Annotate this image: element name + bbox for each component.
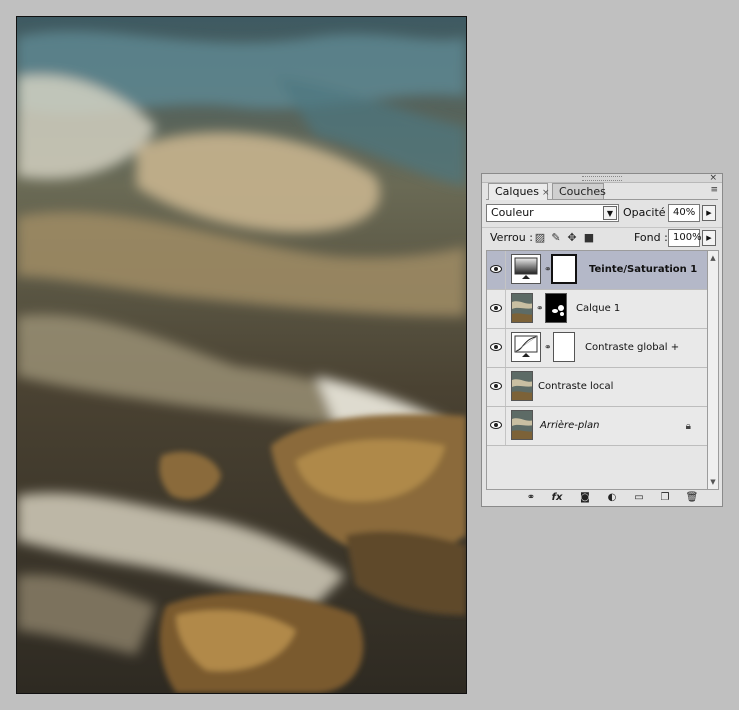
fill-field[interactable]: 100%: [668, 229, 702, 247]
eye-icon: [490, 382, 502, 390]
layer-thumbnail-photo[interactable]: [511, 293, 533, 323]
layer-name: Calque 1: [576, 303, 621, 314]
eye-icon: [490, 304, 502, 312]
layer-name: Teinte/Saturation 1: [589, 264, 698, 275]
eye-icon: [490, 265, 502, 273]
tab-close-icon[interactable]: ×: [542, 188, 550, 198]
fill-slider-arrow-icon[interactable]: ▶: [702, 230, 716, 246]
lock-all-icon[interactable]: ■: [583, 232, 595, 244]
blend-row: Couleur ▼ Opacité : 40% ▶: [482, 203, 722, 223]
blend-mode-value: Couleur: [491, 206, 534, 219]
fill-label: Fond :: [634, 231, 668, 244]
chain-link-icon[interactable]: ⚭: [544, 343, 552, 353]
lock-icon: 🔒︎: [685, 421, 691, 432]
lock-position-move-icon[interactable]: ✥: [566, 232, 578, 244]
panel-tabs: Calques × Couches: [486, 183, 718, 200]
adjustment-hue-sat-icon[interactable]: [511, 254, 541, 284]
visibility-toggle[interactable]: [487, 329, 506, 367]
eye-icon: [490, 421, 502, 429]
lock-row: Verrou : ▨ ✎ ✥ ■ Fond : 100% ▶: [482, 227, 722, 248]
tab-couches[interactable]: Couches: [552, 183, 606, 199]
chain-link-icon[interactable]: ⚭: [536, 304, 544, 314]
panel-menu-icon[interactable]: ≡: [704, 186, 718, 196]
tab-calques[interactable]: Calques ×: [488, 183, 550, 200]
lock-transparency-icon[interactable]: ▨: [534, 232, 546, 244]
lock-label: Verrou :: [490, 231, 533, 244]
panel-footer: ⚭ fx ◙ ◐ ▭ ❐ 🗑︎: [482, 490, 722, 506]
adjustment-curves-icon[interactable]: [511, 332, 541, 362]
eye-icon: [490, 343, 502, 351]
link-layers-icon[interactable]: ⚭: [524, 491, 538, 504]
chevron-down-icon[interactable]: ▼: [603, 206, 617, 220]
layers-list: ⚭ Teinte/Saturation 1 ⚭ Calque 1 ⚭ Contr…: [486, 250, 708, 490]
layers-panel: × Calques × Couches ≡ Couleur ▼ Opacité :…: [481, 173, 723, 507]
scroll-down-icon[interactable]: ▼: [708, 477, 718, 487]
visibility-toggle[interactable]: [487, 368, 506, 406]
layer-mask-thumb[interactable]: [551, 254, 577, 284]
layer-row-contraste-global[interactable]: ⚭ Contraste global +: [487, 329, 707, 368]
tab-couches-label: Couches: [559, 185, 606, 198]
trash-icon[interactable]: 🗑︎: [685, 491, 699, 504]
scroll-up-icon[interactable]: ▲: [708, 253, 718, 263]
layer-mask-thumb[interactable]: [553, 332, 575, 362]
opacity-field[interactable]: 40%: [668, 204, 700, 222]
layer-mask-thumb[interactable]: [545, 293, 567, 323]
panel-titlebar[interactable]: ×: [482, 173, 722, 183]
visibility-toggle[interactable]: [487, 407, 506, 445]
layer-thumbnail-photo[interactable]: [511, 410, 533, 440]
lock-pixels-brush-icon[interactable]: ✎: [550, 232, 562, 244]
chain-link-icon[interactable]: ⚭: [544, 265, 552, 275]
layer-row-arriere-plan[interactable]: Arrière-plan 🔒︎: [487, 407, 707, 446]
layer-thumbnail-photo[interactable]: [511, 371, 533, 401]
add-mask-icon[interactable]: ◙: [578, 491, 592, 504]
layer-row-calque-1[interactable]: ⚭ Calque 1: [487, 290, 707, 329]
fx-icon[interactable]: fx: [550, 491, 564, 504]
tab-calques-label: Calques: [495, 185, 539, 198]
layer-name: Contraste global +: [585, 342, 680, 353]
panel-close-icon[interactable]: ×: [709, 173, 717, 183]
new-layer-icon[interactable]: ❐: [658, 491, 672, 504]
river-photo: [17, 17, 466, 693]
visibility-toggle[interactable]: [487, 251, 506, 289]
layer-name: Arrière-plan: [540, 420, 600, 431]
blend-mode-select[interactable]: Couleur ▼: [486, 204, 619, 222]
layer-row-contraste-local[interactable]: Contraste local: [487, 368, 707, 407]
opacity-label: Opacité :: [623, 206, 673, 219]
opacity-slider-arrow-icon[interactable]: ▶: [702, 205, 716, 221]
visibility-toggle[interactable]: [487, 290, 506, 328]
adjustment-layer-icon[interactable]: ◐: [605, 491, 619, 504]
layer-name: Contraste local: [538, 381, 614, 392]
layers-scrollbar[interactable]: ▲ ▼: [708, 250, 719, 490]
layer-row-teinte-saturation[interactable]: ⚭ Teinte/Saturation 1: [487, 251, 707, 290]
canvas-image[interactable]: [16, 16, 467, 694]
panel-grip-icon[interactable]: [582, 176, 622, 181]
group-folder-icon[interactable]: ▭: [632, 491, 646, 504]
